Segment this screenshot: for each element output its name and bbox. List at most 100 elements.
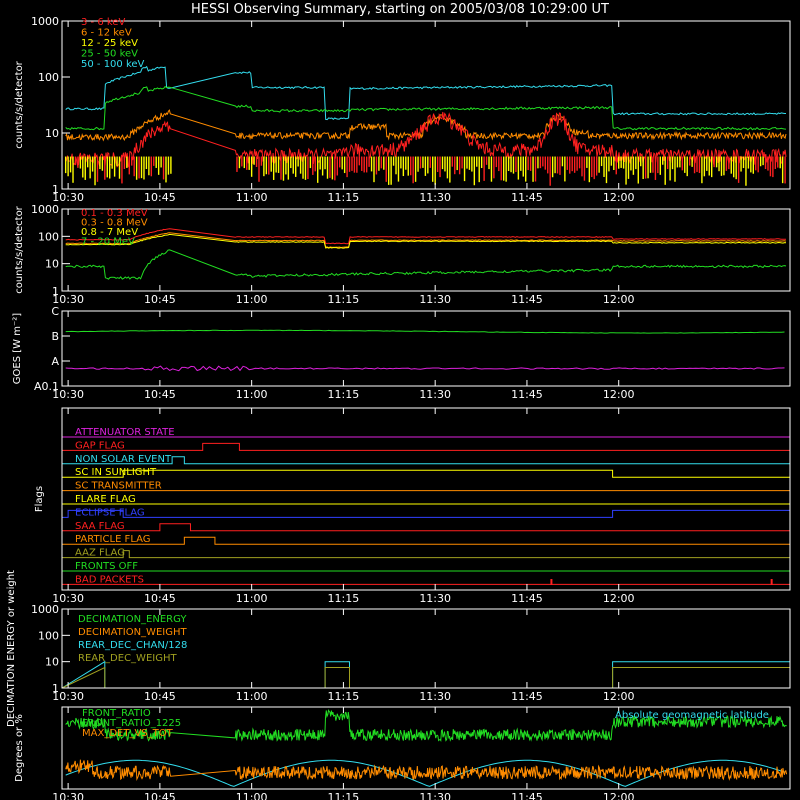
panel3-frame: [61, 310, 791, 387]
panel3-xtick-label: 12:00: [603, 388, 635, 401]
panel2-xtick-label: 12:00: [603, 293, 635, 306]
panel5-xtick-label: 11:15: [328, 690, 360, 703]
panel1-xtick-label: 10:45: [144, 191, 176, 204]
flag-line: [62, 509, 791, 518]
panel6-xtick-label: 10:30: [52, 791, 84, 800]
panel3-ytick-label: A0.1: [34, 380, 59, 393]
panel2-ytick-label: 1: [52, 285, 59, 298]
panel5-ytick-label: 10: [45, 656, 59, 669]
panel5-legend-item: DECIMATION_WEIGHT: [78, 627, 187, 638]
panel6-xtick-label: 11:45: [511, 791, 543, 800]
panel1-xtick-label: 11:45: [511, 191, 543, 204]
series-0.8-7mev: [65, 233, 787, 249]
panel4-ylabel: Flags: [34, 486, 45, 512]
panel5-ytick-label: 1000: [31, 603, 59, 616]
panel2-ylabel: counts/s/detector: [14, 205, 25, 293]
panel1-ytick-label: 100: [38, 71, 59, 84]
series-7-20mev: [65, 249, 787, 280]
panel5-ylabel: DECIMATION ENERGY or weight: [6, 570, 17, 727]
flag-label: FLARE FLAG: [75, 494, 136, 505]
panel2-ytick-label: 1000: [31, 203, 59, 216]
flag-line: [62, 442, 790, 451]
flag-line: [62, 456, 790, 465]
panel5-xtick-label: 12:00: [603, 690, 635, 703]
panel3-ytick-label: A: [51, 355, 59, 368]
max-det-vs-tot-series: [65, 759, 788, 781]
panel1-legend-item: 6 - 12 keV: [81, 28, 132, 39]
panel5-legend-item: REAR_DEC_CHAN/128: [78, 640, 187, 651]
panel6-xtick-label: 11:00: [236, 791, 268, 800]
panel1-legend-item: 25 - 50 keV: [81, 49, 138, 60]
panel4-xtick-label: 10:45: [144, 592, 176, 605]
panel6-xtick-label: 12:00: [603, 791, 635, 800]
rear-dec-weight-series: [61, 666, 790, 689]
panel5-ytick-label: 1: [52, 682, 59, 695]
flag-label: BAD PACKETS: [75, 574, 144, 585]
panel4-xtick-label: 11:45: [511, 592, 543, 605]
panel2-xtick-label: 11:15: [328, 293, 360, 306]
flag-line: [62, 550, 790, 559]
panel5-xtick-label: 11:00: [236, 690, 268, 703]
panel3-ytick-label: B: [51, 330, 59, 343]
panel6-xtick-label: 10:45: [144, 791, 176, 800]
panel5-ytick-label: 100: [38, 629, 59, 642]
panel4-xtick-label: 11:00: [236, 592, 268, 605]
panel2-xtick-label: 10:45: [144, 293, 176, 306]
chart-title: HESSI Observing Summary, starting on 200…: [191, 2, 609, 17]
panel6-xtick-label: 11:30: [419, 791, 451, 800]
panel1-xtick-label: 11:00: [236, 191, 268, 204]
flag-label: FRONTS OFF: [75, 561, 138, 572]
goes-short-series: [65, 365, 785, 372]
panel2-xtick-label: 11:30: [419, 293, 451, 306]
flag-label: SAA FLAG: [75, 521, 125, 532]
panel1-legend-item: 3 - 6 keV: [81, 17, 125, 28]
flag-label: ATTENUATOR STATE: [75, 427, 175, 438]
panel6-xtick-label: 11:15: [328, 791, 360, 800]
panel5-xtick-label: 11:45: [511, 690, 543, 703]
flag-label: PARTICLE FLAG: [75, 534, 151, 545]
panel3-xtick-label: 10:45: [144, 388, 176, 401]
flag-label: SC IN SUNLIGHT: [75, 467, 157, 478]
panel5-xtick-label: 11:30: [419, 690, 451, 703]
panel1-ytick-label: 1: [52, 183, 59, 196]
hessi-summary-chart: HESSI Observing Summary, starting on 200…: [6, 2, 791, 800]
panel2-xtick-label: 11:45: [511, 293, 543, 306]
flag-label: NON SOLAR EVENT: [75, 454, 172, 465]
panel6-legend-item: MAX_DET_VS_TOT: [82, 728, 174, 739]
panel2-ytick-label: 100: [38, 230, 59, 243]
panel1-xtick-label: 12:00: [603, 191, 635, 204]
panel4-xtick-label: 12:00: [603, 592, 635, 605]
panel4-xtick-label: 11:15: [328, 592, 360, 605]
series-50-100kev: [65, 65, 786, 121]
geomag-latitude-label: Absolute geomagnetic latitude: [615, 710, 769, 721]
flag-line: [62, 469, 790, 478]
panel3-xtick-label: 11:45: [511, 388, 543, 401]
goes-long-series: [65, 329, 785, 334]
panel6-ylabel: Degrees or %: [14, 714, 25, 782]
flag-line: [62, 536, 790, 545]
panel1-ylabel: counts/s/detector: [14, 60, 25, 148]
panel5-legend-item: REAR_DEC_WEIGHT: [78, 653, 177, 664]
panel3-xtick-label: 11:00: [236, 388, 268, 401]
panel1-xtick-label: 11:15: [328, 191, 360, 204]
panel3-ylabel: GOES [W m⁻²]: [12, 313, 23, 384]
flag-label: AAZ FLAG: [75, 548, 125, 559]
panel3-ytick-label: C: [51, 305, 59, 318]
panel3-xtick-label: 11:30: [419, 388, 451, 401]
panel2-legend-item: 7 - 20 MeV: [81, 237, 135, 248]
panel1-legend-item: 12 - 25 keV: [81, 38, 138, 49]
panel5-xtick-label: 10:45: [144, 690, 176, 703]
panel5-legend-item: DECIMATION_ENERGY: [78, 614, 187, 625]
flag-label: ECLIPSE FLAG: [75, 507, 145, 518]
rear-dec-chan-series: [61, 660, 790, 689]
panel1-ytick-label: 1000: [31, 15, 59, 28]
flag-label: GAP FLAG: [75, 440, 125, 451]
panel2-ytick-label: 10: [45, 258, 59, 271]
panel4-xtick-label: 11:30: [419, 592, 451, 605]
flag-label: SC TRANSMITTER: [75, 481, 162, 492]
flag-line: [62, 523, 790, 532]
panel2-xtick-label: 11:00: [236, 293, 268, 306]
panel1-xtick-label: 11:30: [419, 191, 451, 204]
panel1-ytick-label: 10: [45, 127, 59, 140]
panel3-xtick-label: 11:15: [328, 388, 360, 401]
